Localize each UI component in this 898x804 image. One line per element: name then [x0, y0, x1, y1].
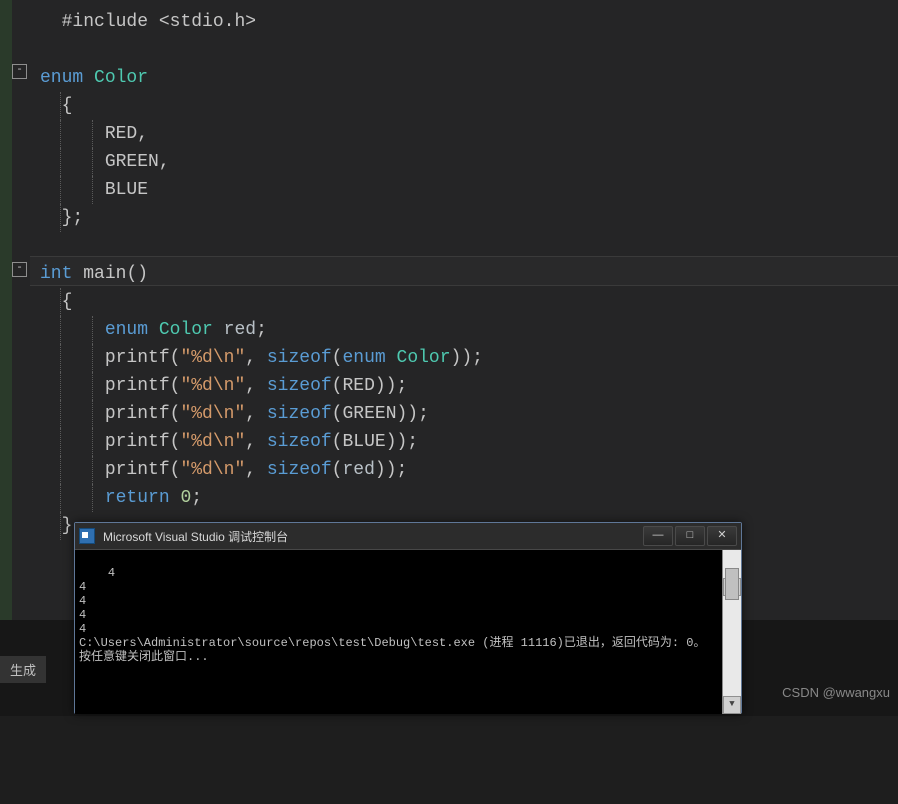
fold-gutter: - -: [12, 0, 30, 620]
minimize-button[interactable]: —: [643, 526, 673, 546]
watermark: CSDN @wwangxu: [782, 685, 890, 700]
code-line: {: [40, 92, 898, 120]
fold-toggle-main[interactable]: -: [12, 262, 27, 277]
console-title-text: Microsoft Visual Studio 调试控制台: [103, 528, 288, 545]
vs-icon: [79, 528, 95, 544]
code-line: enum Color red;: [40, 316, 898, 344]
code-line: printf("%d\n", sizeof(red));: [40, 456, 898, 484]
code-line: printf("%d\n", sizeof(BLUE));: [40, 428, 898, 456]
maximize-button[interactable]: □: [675, 526, 705, 546]
code-line: RED,: [40, 120, 898, 148]
console-output[interactable]: 4 4 4 4 4 C:\Users\Administrator\source\…: [75, 550, 741, 714]
code-line: enum Color: [40, 64, 898, 92]
code-line: };: [40, 204, 898, 232]
debug-console-window[interactable]: Microsoft Visual Studio 调试控制台 — □ ✕ 4 4 …: [74, 522, 742, 714]
code-line: BLUE: [40, 176, 898, 204]
code-line: printf("%d\n", sizeof(RED));: [40, 372, 898, 400]
code-line: GREEN,: [40, 148, 898, 176]
console-titlebar[interactable]: Microsoft Visual Studio 调试控制台 — □ ✕: [75, 523, 741, 550]
close-button[interactable]: ✕: [707, 526, 737, 546]
console-scrollbar[interactable]: ▲ ▼: [722, 550, 741, 714]
output-tab[interactable]: 生成: [0, 656, 46, 683]
code-line: [40, 232, 898, 260]
code-line: printf("%d\n", sizeof(GREEN));: [40, 400, 898, 428]
code-line: printf("%d\n", sizeof(enum Color));: [40, 344, 898, 372]
code-line: int main(): [40, 260, 898, 288]
code-line: {: [40, 288, 898, 316]
code-line: [40, 36, 898, 64]
left-indicator-bar: [0, 0, 12, 620]
code-line: #include <stdio.h>: [40, 8, 898, 36]
scroll-thumb[interactable]: [725, 568, 739, 600]
fold-toggle-enum[interactable]: -: [12, 64, 27, 79]
code-line: return 0;: [40, 484, 898, 512]
scroll-down-icon[interactable]: ▼: [723, 696, 741, 714]
